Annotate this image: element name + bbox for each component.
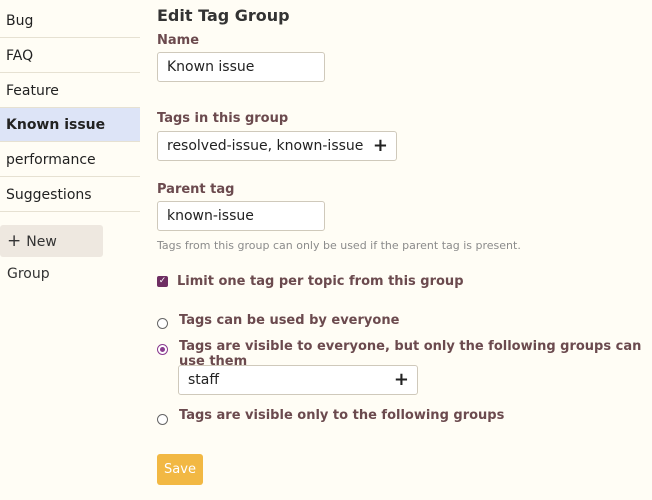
parent-tag-label: Parent tag xyxy=(157,182,235,197)
plus-icon[interactable]: + xyxy=(394,366,409,394)
sidebar-item-bug[interactable]: Bug xyxy=(0,4,140,38)
parent-tag-help: Tags from this group can only be used if… xyxy=(157,239,521,252)
name-label: Name xyxy=(157,33,200,48)
visibility-radio-private[interactable] xyxy=(157,414,168,425)
sidebar-item-label: FAQ xyxy=(6,48,34,64)
new-group-button[interactable]: + New Group xyxy=(0,225,103,282)
visibility-radio-everyone[interactable] xyxy=(157,318,168,329)
save-button[interactable]: Save xyxy=(157,454,203,485)
sidebar: Bug FAQ Feature Known issue performance … xyxy=(0,0,140,500)
plus-icon: + xyxy=(7,231,22,251)
sidebar-item-label: performance xyxy=(6,152,96,168)
visibility-option-label: Tags can be used by everyone xyxy=(179,313,400,328)
sidebar-item-faq[interactable]: FAQ xyxy=(0,39,140,73)
sidebar-item-label: Known issue xyxy=(6,117,106,133)
sidebar-item-performance[interactable]: performance xyxy=(0,143,140,177)
sidebar-item-known-issue[interactable]: Known issue xyxy=(0,108,140,142)
name-input-value: Known issue xyxy=(167,59,255,75)
visibility-radio-restricted-use[interactable] xyxy=(157,344,168,355)
page-title: Edit Tag Group xyxy=(157,6,290,25)
sidebar-item-feature[interactable]: Feature xyxy=(0,74,140,108)
groups-selector[interactable]: staff + xyxy=(178,365,418,395)
parent-tag-input[interactable]: known-issue xyxy=(157,201,325,231)
edit-tag-group-form: Edit Tag Group Name Known issue Tags in … xyxy=(157,0,652,500)
tags-selector-value: resolved-issue, known-issue xyxy=(167,138,364,154)
visibility-option-label: Tags are visible only to the following g… xyxy=(179,408,505,423)
sidebar-item-label: Suggestions xyxy=(6,187,92,203)
limit-one-checkbox[interactable]: ✓ xyxy=(157,276,168,287)
limit-one-label: Limit one tag per topic from this group xyxy=(177,274,464,289)
sidebar-item-suggestions[interactable]: Suggestions xyxy=(0,178,140,212)
tags-label: Tags in this group xyxy=(157,111,289,126)
sidebar-item-label: Feature xyxy=(6,83,59,99)
name-input[interactable]: Known issue xyxy=(157,52,325,82)
parent-tag-value: known-issue xyxy=(167,208,254,224)
plus-icon[interactable]: + xyxy=(373,132,388,160)
groups-selector-value: staff xyxy=(188,372,220,388)
tags-selector[interactable]: resolved-issue, known-issue + xyxy=(157,131,397,161)
sidebar-item-label: Bug xyxy=(6,13,34,29)
